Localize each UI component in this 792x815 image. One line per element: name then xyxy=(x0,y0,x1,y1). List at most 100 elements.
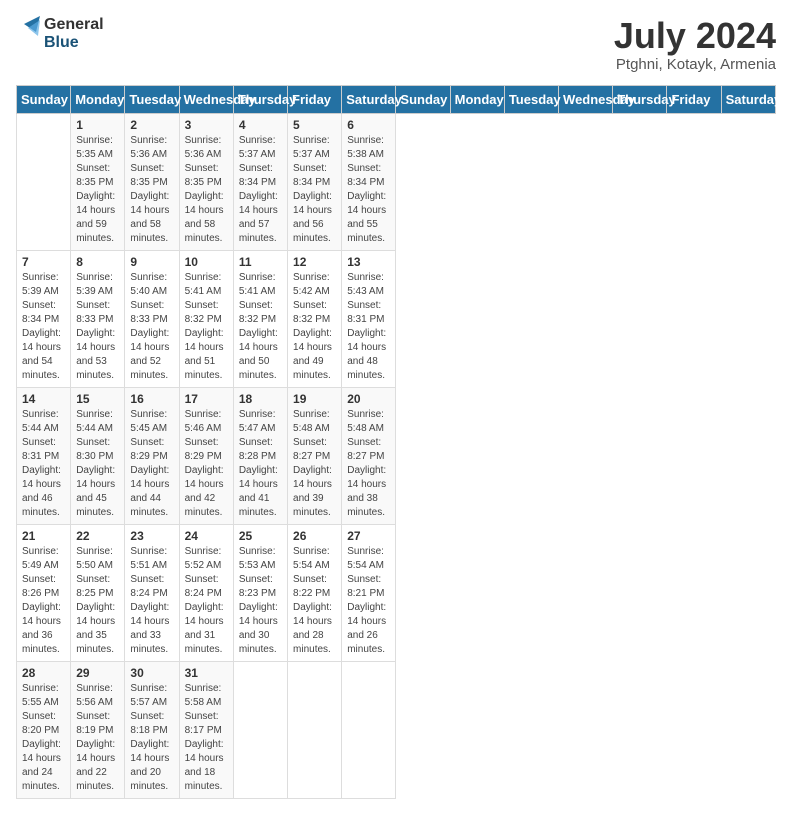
calendar-cell xyxy=(233,661,287,798)
cell-content: Sunrise: 5:54 AM Sunset: 8:21 PM Dayligh… xyxy=(347,545,390,657)
day-number: 9 xyxy=(130,255,173,269)
calendar-cell: 18 Sunrise: 5:47 AM Sunset: 8:28 PM Dayli… xyxy=(233,387,287,524)
day-number: 16 xyxy=(130,392,173,406)
day-number: 5 xyxy=(293,118,336,132)
calendar-cell: 20 Sunrise: 5:48 AM Sunset: 8:27 PM Dayli… xyxy=(342,387,396,524)
calendar-cell: 11 Sunrise: 5:41 AM Sunset: 8:32 PM Dayli… xyxy=(233,250,287,387)
day-number: 2 xyxy=(130,118,173,132)
calendar-cell xyxy=(288,661,342,798)
calendar-cell: 29Sunrise: 5:56 AM Sunset: 8:19 PM Dayli… xyxy=(71,661,125,798)
calendar-week-3: 14 Sunrise: 5:44 AM Sunset: 8:31 PM Dayli… xyxy=(17,387,776,524)
cell-content: Sunrise: 5:53 AM Sunset: 8:23 PM Dayligh… xyxy=(239,545,282,657)
cell-content: Sunrise: 5:50 AM Sunset: 8:25 PM Dayligh… xyxy=(76,545,119,657)
cell-content: Sunrise: 5:39 AM Sunset: 8:33 PM Dayligh… xyxy=(76,271,119,383)
cell-content: Sunrise: 5:55 AM Sunset: 8:20 PM Dayligh… xyxy=(22,682,65,794)
cell-content: Sunrise: 5:38 AM Sunset: 8:34 PM Dayligh… xyxy=(347,134,390,246)
calendar-cell: 13 Sunrise: 5:43 AM Sunset: 8:31 PM Dayli… xyxy=(342,250,396,387)
day-header-thursday: Thursday xyxy=(233,85,287,113)
cell-content: Sunrise: 5:47 AM Sunset: 8:28 PM Dayligh… xyxy=(239,408,282,520)
calendar-cell: 30Sunrise: 5:57 AM Sunset: 8:18 PM Dayli… xyxy=(125,661,179,798)
cell-content: Sunrise: 5:37 AM Sunset: 8:34 PM Dayligh… xyxy=(293,134,336,246)
calendar-cell: 22 Sunrise: 5:50 AM Sunset: 8:25 PM Dayli… xyxy=(71,524,125,661)
cell-content: Sunrise: 5:44 AM Sunset: 8:31 PM Dayligh… xyxy=(22,408,65,520)
day-header: Wednesday xyxy=(559,85,613,113)
calendar-cell: 17 Sunrise: 5:46 AM Sunset: 8:29 PM Dayli… xyxy=(179,387,233,524)
calendar-cell: 21 Sunrise: 5:49 AM Sunset: 8:26 PM Dayli… xyxy=(17,524,71,661)
cell-content: Sunrise: 5:35 AM Sunset: 8:35 PM Dayligh… xyxy=(76,134,119,246)
calendar-cell: 19 Sunrise: 5:48 AM Sunset: 8:27 PM Dayli… xyxy=(288,387,342,524)
calendar-week-5: 28 Sunrise: 5:55 AM Sunset: 8:20 PM Dayli… xyxy=(17,661,776,798)
day-number: 1 xyxy=(76,118,119,132)
day-number: 19 xyxy=(293,392,336,406)
calendar-cell: 6 Sunrise: 5:38 AM Sunset: 8:34 PM Daylig… xyxy=(342,113,396,250)
calendar-cell: 31 Sunrise: 5:58 AM Sunset: 8:17 PM Dayli… xyxy=(179,661,233,798)
day-number: 21 xyxy=(22,529,65,543)
day-header: Monday xyxy=(450,85,504,113)
day-number: 11 xyxy=(239,255,282,269)
day-number: 24 xyxy=(185,529,228,543)
cell-content: Sunrise: 5:43 AM Sunset: 8:31 PM Dayligh… xyxy=(347,271,390,383)
day-header: Sunday xyxy=(396,85,450,113)
page-header: General Blue July 2024 Ptghni, Kotayk, A… xyxy=(16,16,776,73)
calendar-cell: 26Sunrise: 5:54 AM Sunset: 8:22 PM Dayli… xyxy=(288,524,342,661)
day-number: 22 xyxy=(76,529,119,543)
day-header: Thursday xyxy=(613,85,667,113)
day-number: 27 xyxy=(347,529,390,543)
calendar-cell: 23Sunrise: 5:51 AM Sunset: 8:24 PM Dayli… xyxy=(125,524,179,661)
day-header-sunday: Sunday xyxy=(17,85,71,113)
day-number: 28 xyxy=(22,666,65,680)
day-number: 6 xyxy=(347,118,390,132)
day-number: 3 xyxy=(185,118,228,132)
cell-content: Sunrise: 5:42 AM Sunset: 8:32 PM Dayligh… xyxy=(293,271,336,383)
day-header: Friday xyxy=(667,85,721,113)
day-header-saturday: Saturday xyxy=(342,85,396,113)
cell-content: Sunrise: 5:46 AM Sunset: 8:29 PM Dayligh… xyxy=(185,408,228,520)
day-number: 23 xyxy=(130,529,173,543)
calendar-cell: 27 Sunrise: 5:54 AM Sunset: 8:21 PM Dayli… xyxy=(342,524,396,661)
day-number: 17 xyxy=(185,392,228,406)
calendar-cell: 5 Sunrise: 5:37 AM Sunset: 8:34 PM Daylig… xyxy=(288,113,342,250)
day-number: 12 xyxy=(293,255,336,269)
cell-content: Sunrise: 5:48 AM Sunset: 8:27 PM Dayligh… xyxy=(347,408,390,520)
calendar-week-2: 7Sunrise: 5:39 AM Sunset: 8:34 PM Daylig… xyxy=(17,250,776,387)
day-number: 7 xyxy=(22,255,65,269)
calendar-cell: 12 Sunrise: 5:42 AM Sunset: 8:32 PM Dayli… xyxy=(288,250,342,387)
cell-content: Sunrise: 5:37 AM Sunset: 8:34 PM Dayligh… xyxy=(239,134,282,246)
calendar-cell: 15Sunrise: 5:44 AM Sunset: 8:30 PM Dayli… xyxy=(71,387,125,524)
cell-content: Sunrise: 5:49 AM Sunset: 8:26 PM Dayligh… xyxy=(22,545,65,657)
calendar-table: SundayMondayTuesdayWednesdayThursdayFrid… xyxy=(16,85,776,799)
cell-content: Sunrise: 5:40 AM Sunset: 8:33 PM Dayligh… xyxy=(130,271,173,383)
calendar-cell xyxy=(342,661,396,798)
day-number: 15 xyxy=(76,392,119,406)
calendar-week-1: 1 Sunrise: 5:35 AM Sunset: 8:35 PM Daylig… xyxy=(17,113,776,250)
day-number: 13 xyxy=(347,255,390,269)
calendar-cell: 8 Sunrise: 5:39 AM Sunset: 8:33 PM Daylig… xyxy=(71,250,125,387)
logo: General Blue xyxy=(16,16,104,52)
cell-content: Sunrise: 5:48 AM Sunset: 8:27 PM Dayligh… xyxy=(293,408,336,520)
calendar-header-row: SundayMondayTuesdayWednesdayThursdayFrid… xyxy=(17,85,776,113)
logo-bird-icon xyxy=(16,16,40,52)
title-section: July 2024 Ptghni, Kotayk, Armenia xyxy=(614,16,776,73)
cell-content: Sunrise: 5:45 AM Sunset: 8:29 PM Dayligh… xyxy=(130,408,173,520)
calendar-cell: 9 Sunrise: 5:40 AM Sunset: 8:33 PM Daylig… xyxy=(125,250,179,387)
calendar-cell: 24Sunrise: 5:52 AM Sunset: 8:24 PM Dayli… xyxy=(179,524,233,661)
cell-content: Sunrise: 5:36 AM Sunset: 8:35 PM Dayligh… xyxy=(185,134,228,246)
calendar-week-4: 21 Sunrise: 5:49 AM Sunset: 8:26 PM Dayli… xyxy=(17,524,776,661)
cell-content: Sunrise: 5:36 AM Sunset: 8:35 PM Dayligh… xyxy=(130,134,173,246)
day-header-friday: Friday xyxy=(288,85,342,113)
day-number: 20 xyxy=(347,392,390,406)
month-year-title: July 2024 xyxy=(614,16,776,56)
location-subtitle: Ptghni, Kotayk, Armenia xyxy=(614,56,776,73)
cell-content: Sunrise: 5:58 AM Sunset: 8:17 PM Dayligh… xyxy=(185,682,228,794)
day-number: 14 xyxy=(22,392,65,406)
day-header: Tuesday xyxy=(504,85,558,113)
cell-content: Sunrise: 5:41 AM Sunset: 8:32 PM Dayligh… xyxy=(239,271,282,383)
day-header-tuesday: Tuesday xyxy=(125,85,179,113)
day-number: 8 xyxy=(76,255,119,269)
calendar-cell: 4Sunrise: 5:37 AM Sunset: 8:34 PM Daylig… xyxy=(233,113,287,250)
calendar-cell: 16 Sunrise: 5:45 AM Sunset: 8:29 PM Dayli… xyxy=(125,387,179,524)
calendar-cell: 14 Sunrise: 5:44 AM Sunset: 8:31 PM Dayli… xyxy=(17,387,71,524)
calendar-cell: 28 Sunrise: 5:55 AM Sunset: 8:20 PM Dayli… xyxy=(17,661,71,798)
day-number: 31 xyxy=(185,666,228,680)
day-number: 18 xyxy=(239,392,282,406)
